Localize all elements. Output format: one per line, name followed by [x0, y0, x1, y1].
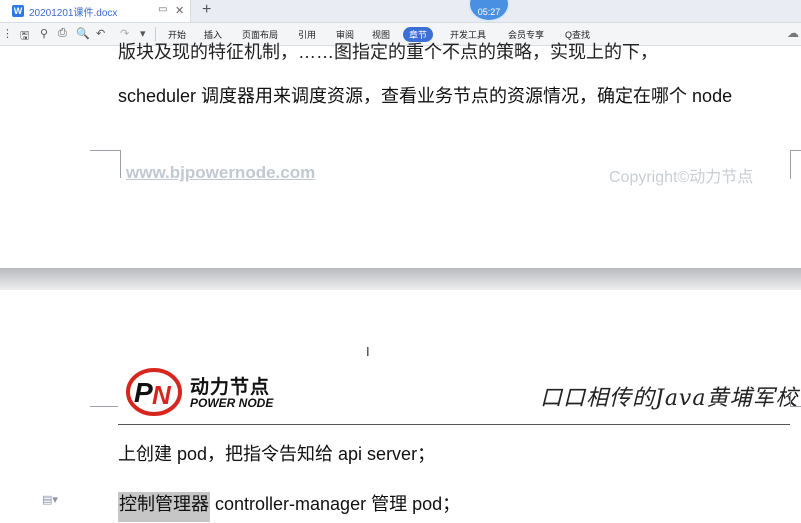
logo-chinese-name: 动力节点	[190, 377, 271, 398]
logo-english-name: POWER NODE	[190, 396, 274, 410]
title-bar: W 20201201课件.docx ▭ ✕ + 05:27	[0, 0, 801, 23]
margin-marker-left	[90, 150, 121, 178]
paragraph-controller-manager: 控制管理器 controller-manager 管理 pod；	[118, 490, 461, 522]
footer-website-link[interactable]: www.bjpowernode.com	[126, 163, 315, 183]
print-icon[interactable]: ⎙	[58, 27, 67, 40]
header-slogan: 口口相传的Java黄埔军校	[540, 386, 799, 411]
logo-mark-p: P	[134, 377, 153, 408]
text-cursor-icon: I	[366, 344, 370, 359]
close-tab-icon[interactable]: ✕	[175, 4, 184, 17]
margin-marker-header-right	[790, 394, 801, 407]
document-tab[interactable]: W 20201201课件.docx ▭ ✕	[0, 0, 191, 22]
new-tab-button[interactable]: +	[202, 0, 211, 20]
print-preview-icon[interactable]: 🔍	[76, 27, 90, 40]
margin-marker-header-left	[90, 406, 118, 407]
paragraph-layout-icon[interactable]: ▤▾	[42, 493, 58, 506]
window-mode-icon[interactable]: ▭	[158, 4, 167, 15]
partially-hidden-text-line: 版块及现的特征机制，……图指定的重个不点的策略，实现上的下，	[118, 42, 658, 62]
format-painter-icon[interactable]: ⚲	[40, 27, 48, 40]
logo-mark-n: N	[152, 380, 172, 410]
margin-marker-right	[790, 150, 801, 179]
save-icon[interactable]: 🖫	[20, 27, 29, 46]
cloud-icon[interactable]: ☁	[787, 26, 799, 40]
paragraph-create-pod: 上创建 pod，把指令告知给 api server；	[118, 444, 436, 464]
undo-icon[interactable]: ↶	[96, 27, 105, 40]
menu-icon[interactable]: ⋮	[2, 27, 13, 40]
tab-title: 20201201课件.docx	[29, 7, 118, 19]
margin-marker-left-top	[90, 150, 120, 151]
writer-doc-icon: W	[12, 5, 24, 17]
paragraph-scheduler: scheduler 调度器用来调度资源，查看业务节点的资源情况，确定在哪个 no…	[118, 86, 733, 106]
footer-copyright: Copyright©动力节点	[609, 169, 754, 186]
paragraph-controller-manager-rest: controller-manager 管理 pod；	[210, 494, 461, 514]
clock-badge: 05:27	[468, 0, 510, 22]
selected-text[interactable]: 控制管理器	[118, 492, 210, 522]
page-separator	[0, 268, 801, 290]
header-rule	[118, 424, 790, 425]
